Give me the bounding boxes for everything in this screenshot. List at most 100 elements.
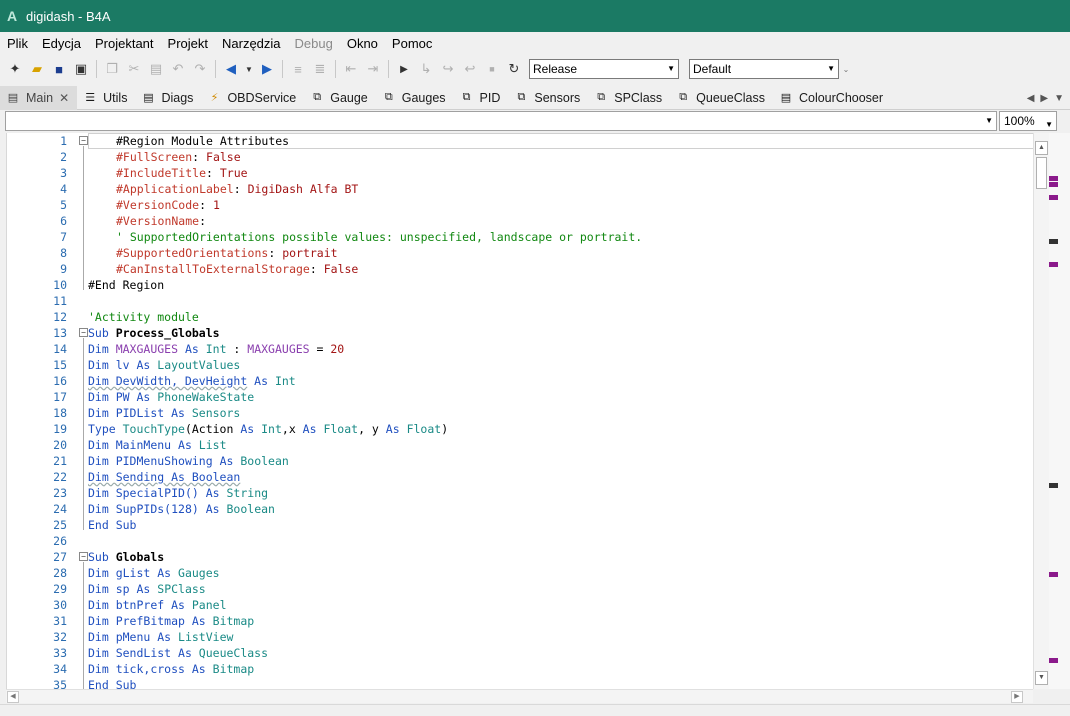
undo-icon[interactable]: ↶ [167, 58, 189, 80]
uncomment-icon[interactable]: ≣ [309, 58, 331, 80]
vertical-scrollbar[interactable]: ▲ ▼ [1033, 133, 1049, 689]
cut-icon[interactable]: ✂ [123, 58, 145, 80]
fold-toggle-icon[interactable]: − [79, 552, 88, 561]
tab-queueclass[interactable]: ⧉ QueueClass [670, 86, 773, 110]
code-line[interactable]: 31 Dim PrefBitmap As Bitmap [7, 613, 1033, 629]
scroll-up-icon[interactable]: ▲ [1035, 141, 1048, 155]
code-line[interactable]: 3 #IncludeTitle: True [7, 165, 1033, 181]
code-line[interactable]: 27 − Sub Globals [7, 549, 1033, 565]
code-line[interactable]: 1 − #Region Module Attributes [7, 133, 1033, 149]
code-line[interactable]: 14 Dim MAXGAUGES As Int : MAXGAUGES = 20 [7, 341, 1033, 357]
code-line[interactable]: 29 Dim sp As SPClass [7, 581, 1033, 597]
tab-spclass[interactable]: ⧉ SPClass [588, 86, 670, 110]
new-file-icon[interactable]: ✦ [4, 58, 26, 80]
chevron-down-icon: ▼ [827, 64, 835, 73]
code-line[interactable]: 11 [7, 293, 1033, 309]
code-line[interactable]: 19 Type TouchType(Action As Int,x As Floa… [7, 421, 1033, 437]
horizontal-scrollbar[interactable]: ◀ ▶ [6, 689, 1033, 703]
code-line[interactable]: 2 #FullScreen: False [7, 149, 1033, 165]
tab-diags[interactable]: ▤ Diags [135, 86, 201, 110]
open-folder-icon[interactable]: ▰ [26, 58, 48, 80]
fold-toggle-icon[interactable]: − [79, 136, 88, 145]
code-line[interactable]: 8 #SupportedOrientations: portrait [7, 245, 1033, 261]
navigate-back-icon[interactable]: ◀ [220, 58, 242, 80]
save-all-icon[interactable]: ▣ [70, 58, 92, 80]
menu-debug[interactable]: Debug [288, 33, 340, 55]
code-editor[interactable]: 1 − #Region Module Attributes 2 #FullScreen:… [6, 133, 1033, 689]
member-select[interactable]: ▼ [5, 111, 997, 131]
outdent-icon[interactable]: ⇤ [340, 58, 362, 80]
menu-okno[interactable]: Okno [340, 33, 385, 55]
step-into-icon[interactable]: ↳ [415, 58, 437, 80]
zoom-select[interactable]: 100% ▼ [999, 111, 1057, 131]
toolbar-overflow-icon[interactable]: ⌄ [839, 58, 853, 80]
restart-icon[interactable]: ↻ [503, 58, 525, 80]
copy-icon[interactable]: ❐ [101, 58, 123, 80]
code-line[interactable]: 22 Dim Sending As Boolean [7, 469, 1033, 485]
code-line[interactable]: 34 Dim tick,cross As Bitmap [7, 661, 1033, 677]
code-line[interactable]: 21 Dim PIDMenuShowing As Boolean [7, 453, 1033, 469]
tab-colourchooser[interactable]: ▤ ColourChooser [773, 86, 891, 110]
menu-pomoc[interactable]: Pomoc [385, 33, 439, 55]
code-line[interactable]: 16 Dim DevWidth, DevHeight As Int [7, 373, 1033, 389]
save-icon[interactable]: ■ [48, 58, 70, 80]
scrollbar-thumb[interactable] [1036, 157, 1047, 189]
redo-icon[interactable]: ↷ [189, 58, 211, 80]
tab-gauge[interactable]: ⧉ Gauge [304, 86, 376, 110]
tab-main[interactable]: ▤ Main ✕ [0, 85, 78, 110]
code-line[interactable]: 13 − Sub Process_Globals [7, 325, 1033, 341]
code-line[interactable]: 20 Dim MainMenu As List [7, 437, 1033, 453]
code-line[interactable]: 32 Dim pMenu As ListView [7, 629, 1033, 645]
step-out-icon[interactable]: ↩ [459, 58, 481, 80]
code-line[interactable]: 7 ' SupportedOrientations possible values… [7, 229, 1033, 245]
code-line[interactable]: 24 Dim SupPIDs(128) As Boolean [7, 501, 1033, 517]
code-line[interactable]: 4 #ApplicationLabel: DigiDash Alfa BT [7, 181, 1033, 197]
scroll-left-icon[interactable]: ◀ [7, 691, 19, 703]
line-number: 2 [60, 150, 67, 164]
step-over-icon[interactable]: ↪ [437, 58, 459, 80]
code-token: False [206, 150, 241, 164]
menu-plik[interactable]: Plik [0, 33, 35, 55]
stop-icon[interactable]: ■ [481, 58, 503, 80]
tab-pid[interactable]: ⧉ PID [454, 86, 509, 110]
scroll-right-icon[interactable]: ▶ [1011, 691, 1023, 703]
code-line[interactable]: 9 #CanInstallToExternalStorage: False [7, 261, 1033, 277]
paste-icon[interactable]: ▤ [145, 58, 167, 80]
code-line[interactable]: 17 Dim PW As PhoneWakeState [7, 389, 1033, 405]
dropdown-icon[interactable]: ▼ [242, 58, 256, 80]
tab-utils[interactable]: ☰ Utils [77, 86, 135, 110]
menu-narzędzia[interactable]: Narzędzia [215, 33, 288, 55]
tab-scroll-left-icon[interactable]: ◀ [1027, 93, 1035, 104]
package-config-select[interactable]: Default ▼ [689, 59, 839, 79]
menu-edycja[interactable]: Edycja [35, 33, 88, 55]
comment-icon[interactable]: ≡ [287, 58, 309, 80]
navigate-forward-icon[interactable]: ▶ [256, 58, 278, 80]
scroll-down-icon[interactable]: ▼ [1035, 671, 1048, 685]
fold-toggle-icon[interactable]: − [79, 328, 88, 337]
code-line[interactable]: 33 Dim SendList As QueueClass [7, 645, 1033, 661]
indent-icon[interactable]: ⇥ [362, 58, 384, 80]
tab-gauges[interactable]: ⧉ Gauges [376, 86, 454, 110]
code-line[interactable]: 23 Dim SpecialPID() As String [7, 485, 1033, 501]
code-line[interactable]: 30 Dim btnPref As Panel [7, 597, 1033, 613]
tab-obdservice[interactable]: ⚡ OBDService [201, 86, 304, 110]
code-line[interactable]: 28 Dim gList As Gauges [7, 565, 1033, 581]
code-line[interactable]: 26 [7, 533, 1033, 549]
code-token: btnPref [115, 598, 165, 612]
code-line[interactable]: 25 End Sub [7, 517, 1033, 533]
build-config-select[interactable]: Release ▼ [529, 59, 679, 79]
code-line[interactable]: 5 #VersionCode: 1 [7, 197, 1033, 213]
tab-sensors[interactable]: ⧉ Sensors [508, 86, 588, 110]
tab-scroll-right-icon[interactable]: ▶ [1040, 93, 1048, 104]
code-line[interactable]: 18 Dim PIDList As Sensors [7, 405, 1033, 421]
run-icon[interactable]: ▶ [393, 58, 415, 80]
menu-projektant[interactable]: Projektant [88, 33, 161, 55]
code-line[interactable]: 35 End Sub [7, 677, 1033, 689]
tab-list-icon[interactable]: ▼ [1054, 93, 1064, 104]
code-line[interactable]: 10 #End Region [7, 277, 1033, 293]
code-line[interactable]: 15 Dim lv As LayoutValues [7, 357, 1033, 373]
close-icon[interactable]: ✕ [59, 91, 69, 105]
code-line[interactable]: 6 #VersionName: [7, 213, 1033, 229]
code-line[interactable]: 12 'Activity module [7, 309, 1033, 325]
menu-projekt[interactable]: Projekt [161, 33, 215, 55]
